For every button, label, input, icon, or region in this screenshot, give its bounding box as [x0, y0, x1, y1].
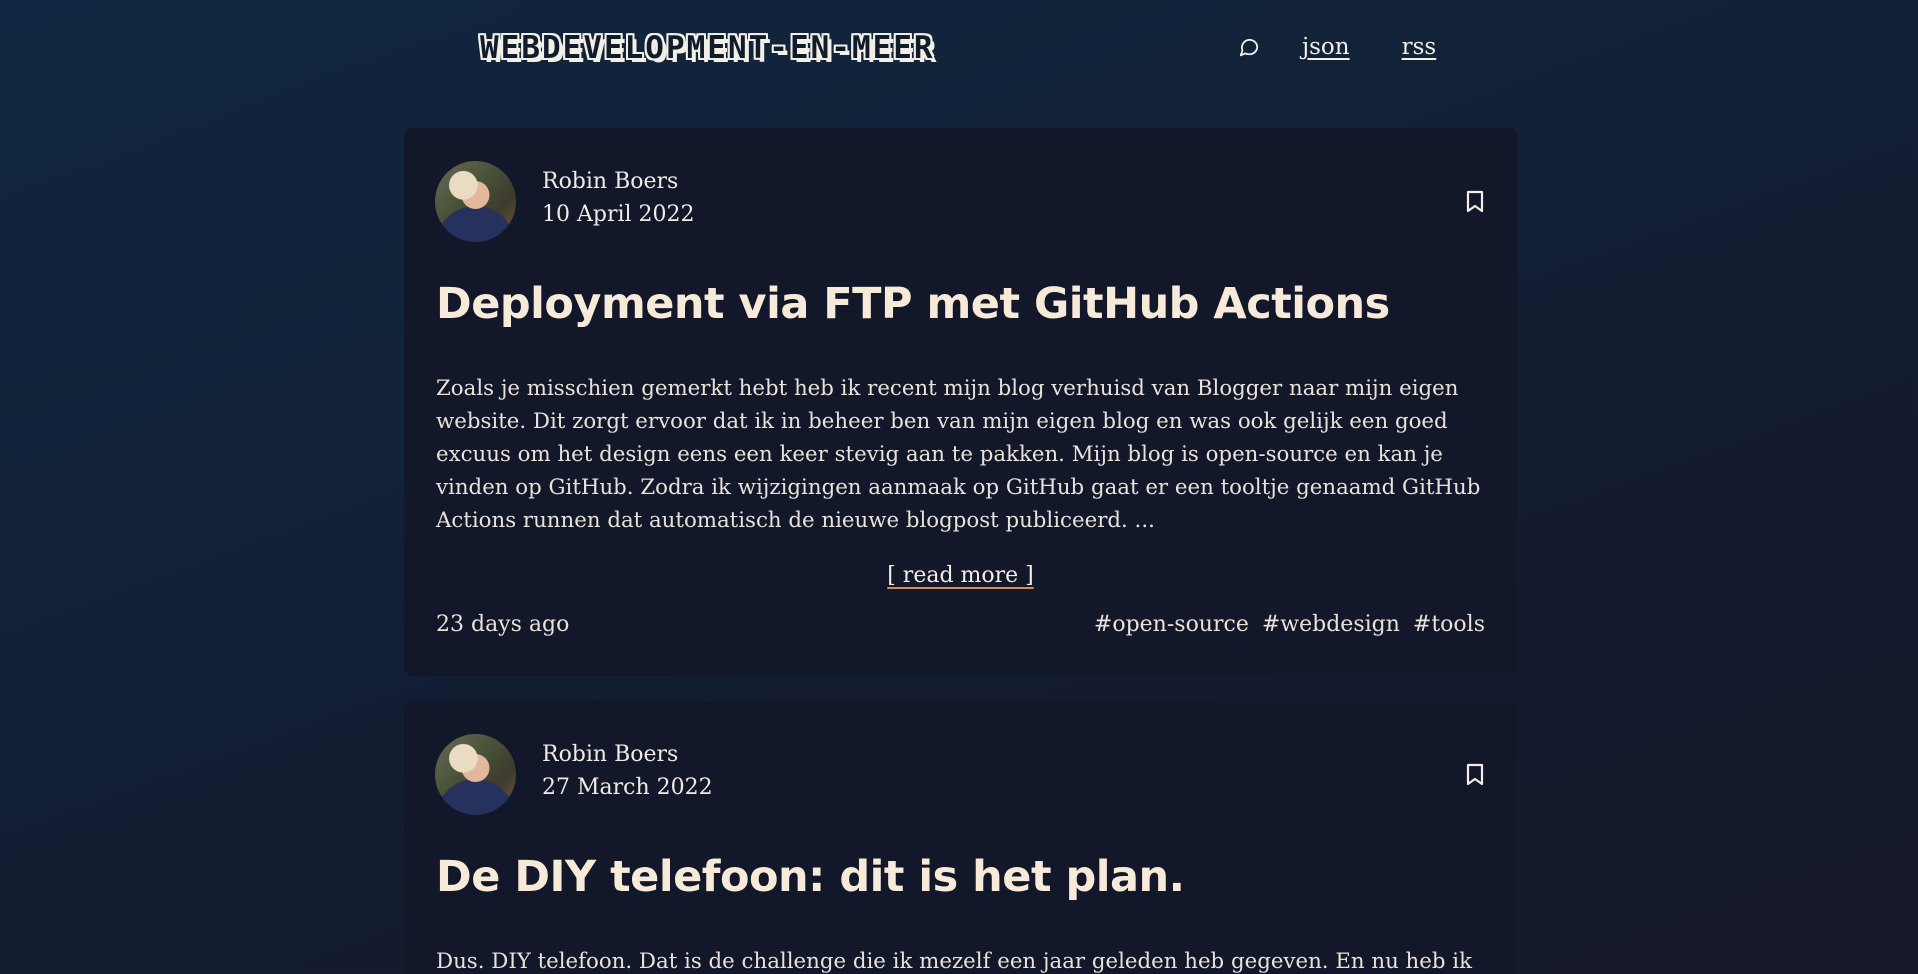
author-name: Robin Boers — [542, 169, 679, 194]
nav-json-link[interactable]: json — [1302, 34, 1350, 60]
post-title-link[interactable]: De DIY telefoon: dit is het plan. — [436, 852, 1185, 902]
bookmark-icon[interactable] — [1465, 190, 1485, 214]
bookmark-icon[interactable] — [1465, 763, 1485, 787]
site-title-link[interactable]: WEBDEVELOPMENT-EN-MEER — [480, 30, 935, 66]
author-avatar — [435, 734, 516, 815]
main-nav: json rss — [1236, 34, 1488, 60]
post-tags: #open-source #webdesign #tools — [1094, 612, 1485, 637]
post-card: Robin Boers 27 March 2022 De DIY telefoo… — [404, 701, 1517, 974]
nav-rss-link[interactable]: rss — [1402, 34, 1437, 60]
tag-link[interactable]: #open-source — [1094, 612, 1249, 637]
post-date: 10 April 2022 — [542, 202, 695, 227]
post-relative-time: 23 days ago — [436, 612, 570, 637]
post-excerpt: Zoals je misschien gemerkt hebt heb ik r… — [436, 376, 1481, 533]
post-title-link[interactable]: Deployment via FTP met GitHub Actions — [436, 279, 1390, 329]
author-avatar — [435, 161, 516, 242]
post-card: Robin Boers 10 April 2022 Deployment via… — [404, 128, 1517, 676]
tag-link[interactable]: #webdesign — [1262, 612, 1400, 637]
site-header: WEBDEVELOPMENT-EN-MEER json rss — [0, 0, 1918, 100]
post-excerpt: Dus. DIY telefoon. Dat is de challenge d… — [436, 949, 1472, 974]
search-icon[interactable] — [1236, 34, 1262, 60]
author-name: Robin Boers — [542, 742, 679, 767]
read-more-link[interactable]: [ read more ] — [404, 563, 1517, 588]
post-date: 27 March 2022 — [542, 775, 713, 800]
tag-link[interactable]: #tools — [1413, 612, 1485, 637]
